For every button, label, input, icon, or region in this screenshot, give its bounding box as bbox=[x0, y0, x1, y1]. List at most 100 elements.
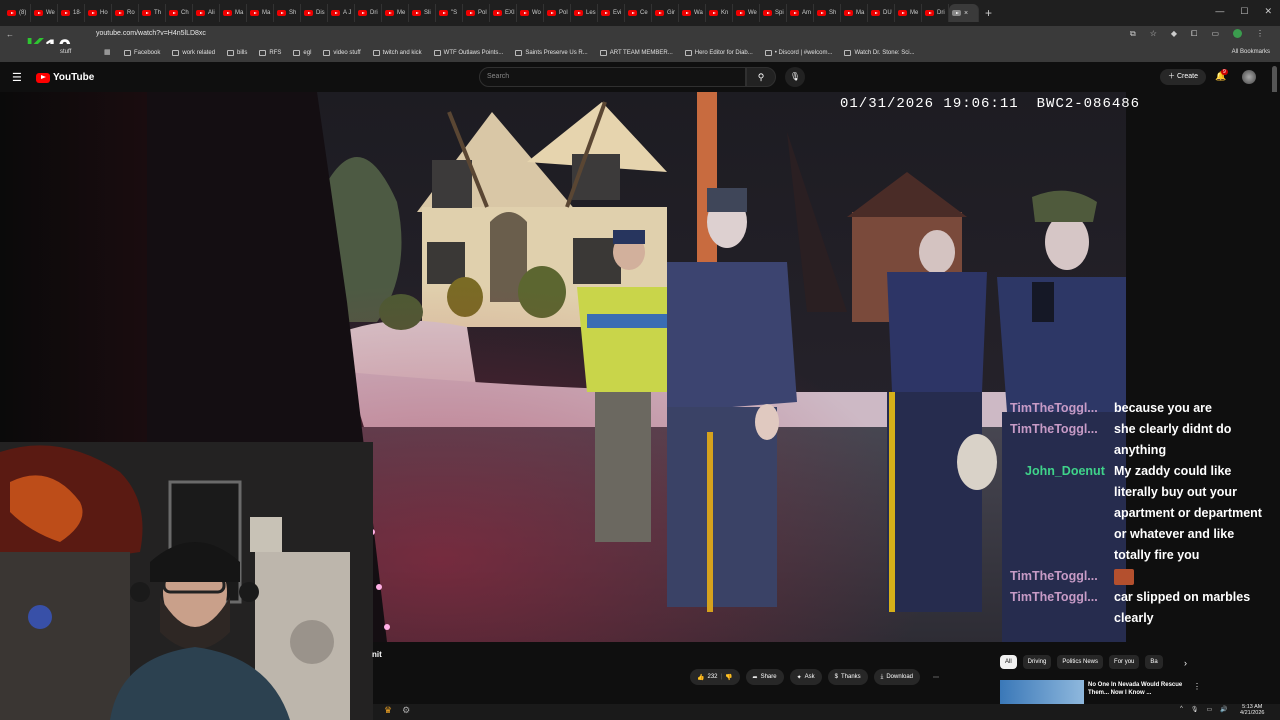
profile-icon[interactable] bbox=[1233, 29, 1242, 38]
bookmark-item[interactable]: Watch Dr. Stone: Sci... bbox=[844, 50, 915, 56]
browser-tab[interactable]: Dri bbox=[355, 4, 382, 22]
bookmark-item[interactable]: • Discord | #welcom... bbox=[764, 50, 832, 56]
recommendation-thumbnail[interactable] bbox=[1000, 680, 1084, 704]
filter-chip[interactable]: Ba bbox=[1145, 655, 1163, 669]
apps-grid-icon[interactable]: ▦ bbox=[104, 48, 111, 56]
account-avatar[interactable] bbox=[1242, 70, 1256, 84]
browser-tab[interactable]: Dis bbox=[301, 4, 328, 22]
filter-chip[interactable]: Politics News bbox=[1057, 655, 1104, 669]
recommendation-more-icon[interactable]: ⋮ bbox=[1193, 682, 1201, 691]
hamburger-menu-icon[interactable]: ☰ bbox=[12, 71, 22, 84]
chevron-right-icon[interactable]: › bbox=[1184, 658, 1187, 668]
browser-tab[interactable]: Ma bbox=[841, 4, 868, 22]
bookmark-folder-stub[interactable]: stuff bbox=[60, 49, 71, 55]
bodycam-camera-id: BWC2-086486 bbox=[1036, 96, 1141, 112]
browser-tab-active[interactable]: × bbox=[949, 4, 979, 22]
bookmark-item[interactable]: work related bbox=[172, 50, 215, 56]
install-icon[interactable]: ⧉ bbox=[1130, 29, 1136, 39]
bookmark-item[interactable]: video stuff bbox=[323, 50, 361, 56]
create-button[interactable]: ＋ Create bbox=[1160, 69, 1206, 85]
system-clock[interactable]: 5:13 AM 4/21/2026 bbox=[1240, 704, 1264, 716]
browser-tab[interactable]: Ch bbox=[166, 4, 193, 22]
extension-icon[interactable]: ◆ bbox=[1171, 29, 1177, 39]
thumbs-down-icon[interactable]: 👎 bbox=[725, 674, 732, 681]
tray-expand-icon[interactable]: ^ bbox=[1180, 706, 1183, 713]
browser-tab[interactable]: (8) bbox=[4, 4, 31, 22]
browser-tab[interactable]: Sh bbox=[274, 4, 301, 22]
taskbar-app-icon[interactable]: ♛ bbox=[384, 705, 392, 716]
bookmark-item[interactable]: WTF Outlaws Points... bbox=[433, 50, 503, 56]
browser-tab[interactable]: Spi bbox=[760, 4, 787, 22]
browser-tab[interactable]: Ce bbox=[625, 4, 652, 22]
voice-search-button[interactable]: 🎙 bbox=[785, 67, 805, 87]
microphone-tray-icon[interactable]: 🎙 bbox=[1191, 706, 1199, 713]
browser-tab[interactable]: Pol bbox=[463, 4, 490, 22]
filter-chip[interactable]: Driving bbox=[1022, 655, 1052, 669]
browser-tab[interactable]: Wa bbox=[679, 4, 706, 22]
like-button[interactable]: 👍 232 | 👎 bbox=[690, 669, 740, 685]
browser-tab[interactable]: Th bbox=[139, 4, 166, 22]
browser-tab[interactable]: Kn bbox=[706, 4, 733, 22]
browser-tab[interactable]: Wo bbox=[517, 4, 544, 22]
bookmark-item[interactable]: egl bbox=[293, 50, 311, 56]
browser-tab[interactable]: Les bbox=[571, 4, 598, 22]
extensions-puzzle-icon[interactable]: ⧠ bbox=[1191, 29, 1197, 39]
bookmark-item[interactable]: ART TEAM MEMBER... bbox=[599, 50, 673, 56]
filter-chip[interactable]: For you bbox=[1109, 655, 1140, 669]
search-input[interactable]: Search bbox=[479, 67, 746, 87]
browser-tab[interactable]: We bbox=[733, 4, 760, 22]
bookmark-item[interactable]: bills bbox=[227, 50, 247, 56]
share-button[interactable]: ➦ Share bbox=[745, 669, 784, 685]
ask-button[interactable]: ✦ Ask bbox=[789, 669, 822, 685]
youtube-logo[interactable]: YouTube bbox=[36, 72, 94, 83]
browser-tab[interactable]: Sli bbox=[409, 4, 436, 22]
minimize-icon[interactable]: — bbox=[1215, 6, 1224, 17]
bookmark-star-icon[interactable]: ☆ bbox=[1150, 29, 1157, 39]
maximize-icon[interactable]: ☐ bbox=[1240, 6, 1248, 17]
browser-tab[interactable]: Pol bbox=[544, 4, 571, 22]
bookmark-item[interactable]: Saints Preserve Us R... bbox=[515, 50, 588, 56]
browser-tab[interactable]: 18· bbox=[58, 4, 85, 22]
browser-tab[interactable]: Sh bbox=[814, 4, 841, 22]
volume-icon[interactable]: 🔊 bbox=[1220, 706, 1227, 713]
browser-tab[interactable]: Dri bbox=[922, 4, 949, 22]
filter-chip[interactable]: All bbox=[1000, 655, 1017, 669]
browser-tab[interactable]: Evi bbox=[598, 4, 625, 22]
more-actions-button[interactable]: ⋯ bbox=[926, 669, 946, 685]
tab-label: Evi bbox=[613, 10, 622, 16]
url-field[interactable]: youtube.com/watch?v=H4n5lLD8xc bbox=[96, 30, 206, 37]
browser-tab[interactable]: Ho bbox=[85, 4, 112, 22]
bookmark-item[interactable]: Hero Editor for Diab... bbox=[684, 50, 753, 56]
browser-tab[interactable]: We bbox=[31, 4, 58, 22]
search-button[interactable]: ⚲ bbox=[746, 67, 776, 87]
browser-tab[interactable]: EXI bbox=[490, 4, 517, 22]
download-button[interactable]: ⤓ Download bbox=[873, 669, 921, 685]
browser-tab[interactable]: A J bbox=[328, 4, 355, 22]
browser-tab[interactable]: Ali bbox=[193, 4, 220, 22]
sidepanel-icon[interactable]: ▭ bbox=[1211, 29, 1219, 39]
bookmark-item[interactable]: Facebook bbox=[124, 50, 160, 56]
tab-label: We bbox=[46, 10, 55, 16]
browser-tab[interactable]: Ma bbox=[247, 4, 274, 22]
browser-menu-icon[interactable]: ⋮ bbox=[1256, 29, 1264, 39]
new-tab-button[interactable]: + bbox=[985, 6, 992, 20]
browser-tab[interactable]: "S bbox=[436, 4, 463, 22]
network-icon[interactable]: ▭ bbox=[1206, 706, 1212, 713]
youtube-favicon-icon bbox=[412, 10, 421, 16]
browser-tab[interactable]: Gir bbox=[652, 4, 679, 22]
browser-tab[interactable]: DU bbox=[868, 4, 895, 22]
close-window-icon[interactable]: ✕ bbox=[1264, 6, 1272, 17]
bookmark-item[interactable]: twitch and kick bbox=[372, 50, 422, 56]
browser-tab[interactable]: Me bbox=[382, 4, 409, 22]
settings-gear-icon[interactable]: ⚙ bbox=[402, 705, 410, 716]
close-tab-icon[interactable]: × bbox=[964, 10, 968, 17]
browser-tab[interactable]: Me bbox=[895, 4, 922, 22]
browser-tab[interactable]: Ro bbox=[112, 4, 139, 22]
recommendation-title[interactable]: No One In Nevada Would Rescue Them... No… bbox=[1088, 681, 1188, 697]
browser-tab[interactable]: Ma bbox=[220, 4, 247, 22]
back-icon[interactable]: ← bbox=[6, 30, 14, 39]
all-bookmarks-link[interactable]: All Bookmarks bbox=[1232, 49, 1270, 55]
browser-tab[interactable]: Am bbox=[787, 4, 814, 22]
bookmark-item[interactable]: RFS bbox=[259, 50, 281, 56]
thanks-button[interactable]: $ Thanks bbox=[827, 669, 868, 685]
